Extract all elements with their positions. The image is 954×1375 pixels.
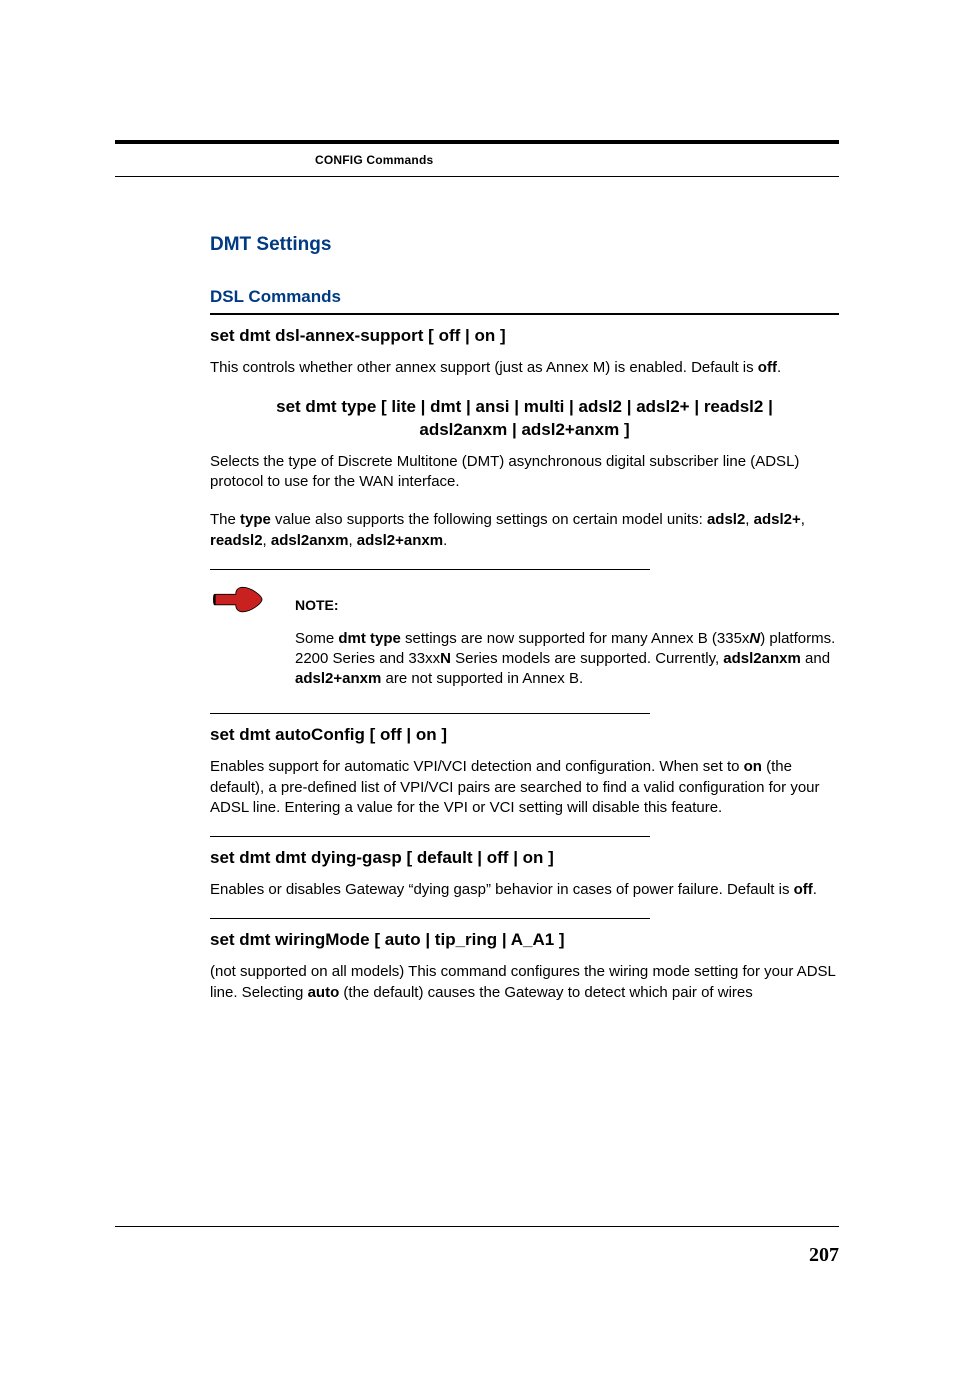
- rule: [210, 313, 839, 315]
- text: settings are now supported for many Anne…: [401, 630, 750, 647]
- text: This controls whether other annex suppor…: [210, 359, 758, 376]
- bold-text: adsl2+anxm: [295, 670, 381, 687]
- cmd-heading: set dmt dsl-annex-support [ off | on ]: [210, 325, 839, 348]
- text: Series models are supported. Currently,: [451, 650, 723, 667]
- bold-text: dmt type: [338, 630, 401, 647]
- bold-text: adsl2: [707, 511, 745, 528]
- text: are not supported in Annex B.: [381, 670, 583, 687]
- page: CONFIG Commands DMT Settings DSL Command…: [0, 140, 954, 1375]
- note-paragraph: Some dmt type settings are now supported…: [295, 629, 839, 690]
- note-rule-bottom: [210, 713, 650, 714]
- bold-text: adsl2anxm: [723, 650, 801, 667]
- text: Enables or disables Gateway “dying gasp”…: [210, 881, 794, 898]
- bold-italic-text: N: [749, 630, 760, 647]
- text: ,: [801, 511, 805, 528]
- page-number: 207: [809, 1242, 839, 1269]
- content: DMT Settings DSL Commands set dmt dsl-an…: [210, 232, 839, 1003]
- section-title: DMT Settings: [210, 232, 839, 258]
- text: ,: [263, 532, 271, 549]
- note-icon-col: [210, 580, 295, 708]
- paragraph: This controls whether other annex suppor…: [210, 358, 839, 378]
- cmd-heading-line2: adsl2anxm | adsl2+anxm ]: [210, 419, 839, 442]
- note-block: NOTE: Some dmt type settings are now sup…: [210, 580, 839, 708]
- paragraph: Enables support for automatic VPI/VCI de…: [210, 757, 839, 818]
- note-label: NOTE:: [295, 596, 839, 615]
- bold-text: adsl2+anxm: [357, 532, 443, 549]
- text: .: [443, 532, 447, 549]
- note-rule-top: [210, 569, 650, 570]
- bold-text: adsl2+: [754, 511, 801, 528]
- text: Enables support for automatic VPI/VCI de…: [210, 758, 744, 775]
- pointer-hand-icon: [210, 582, 265, 617]
- bold-text: auto: [308, 984, 340, 1001]
- text: value also supports the following settin…: [271, 511, 707, 528]
- page-inner: CONFIG Commands DMT Settings DSL Command…: [115, 140, 839, 1003]
- top-rule-thin: [115, 176, 839, 177]
- bold-text: on: [744, 758, 762, 775]
- text: (the default) causes the Gateway to dete…: [339, 984, 753, 1001]
- bold-text: off: [794, 881, 813, 898]
- paragraph: (not supported on all models) This comma…: [210, 962, 839, 1003]
- bold-text: N: [440, 650, 451, 667]
- cmd-heading: set dmt wiringMode [ auto | tip_ring | A…: [210, 929, 839, 952]
- bold-text: off: [758, 359, 777, 376]
- text: The: [210, 511, 240, 528]
- header-title: CONFIG Commands: [315, 152, 433, 168]
- paragraph: Enables or disables Gateway “dying gasp”…: [210, 880, 839, 900]
- header-row: CONFIG Commands: [115, 144, 839, 176]
- text: ,: [348, 532, 356, 549]
- bold-text: type: [240, 511, 271, 528]
- text: .: [813, 881, 817, 898]
- text: ,: [745, 511, 753, 528]
- bold-text: readsl2: [210, 532, 263, 549]
- section-subtitle: DSL Commands: [210, 286, 839, 309]
- paragraph: Selects the type of Discrete Multitone (…: [210, 452, 839, 493]
- cmd-heading-line1: set dmt type [ lite | dmt | ansi | multi…: [210, 396, 839, 419]
- rule: [210, 918, 650, 919]
- cmd-heading: set dmt autoConfig [ off | on ]: [210, 724, 839, 747]
- bottom-rule: [115, 1226, 839, 1227]
- text: and: [801, 650, 830, 667]
- bold-text: adsl2anxm: [271, 532, 349, 549]
- cmd-heading: set dmt type [ lite | dmt | ansi | multi…: [210, 396, 839, 442]
- cmd-heading: set dmt dmt dying-gasp [ default | off |…: [210, 847, 839, 870]
- rule: [210, 836, 650, 837]
- paragraph: The type value also supports the followi…: [210, 510, 839, 551]
- text: .: [777, 359, 781, 376]
- text: Some: [295, 630, 338, 647]
- note-body: NOTE: Some dmt type settings are now sup…: [295, 580, 839, 708]
